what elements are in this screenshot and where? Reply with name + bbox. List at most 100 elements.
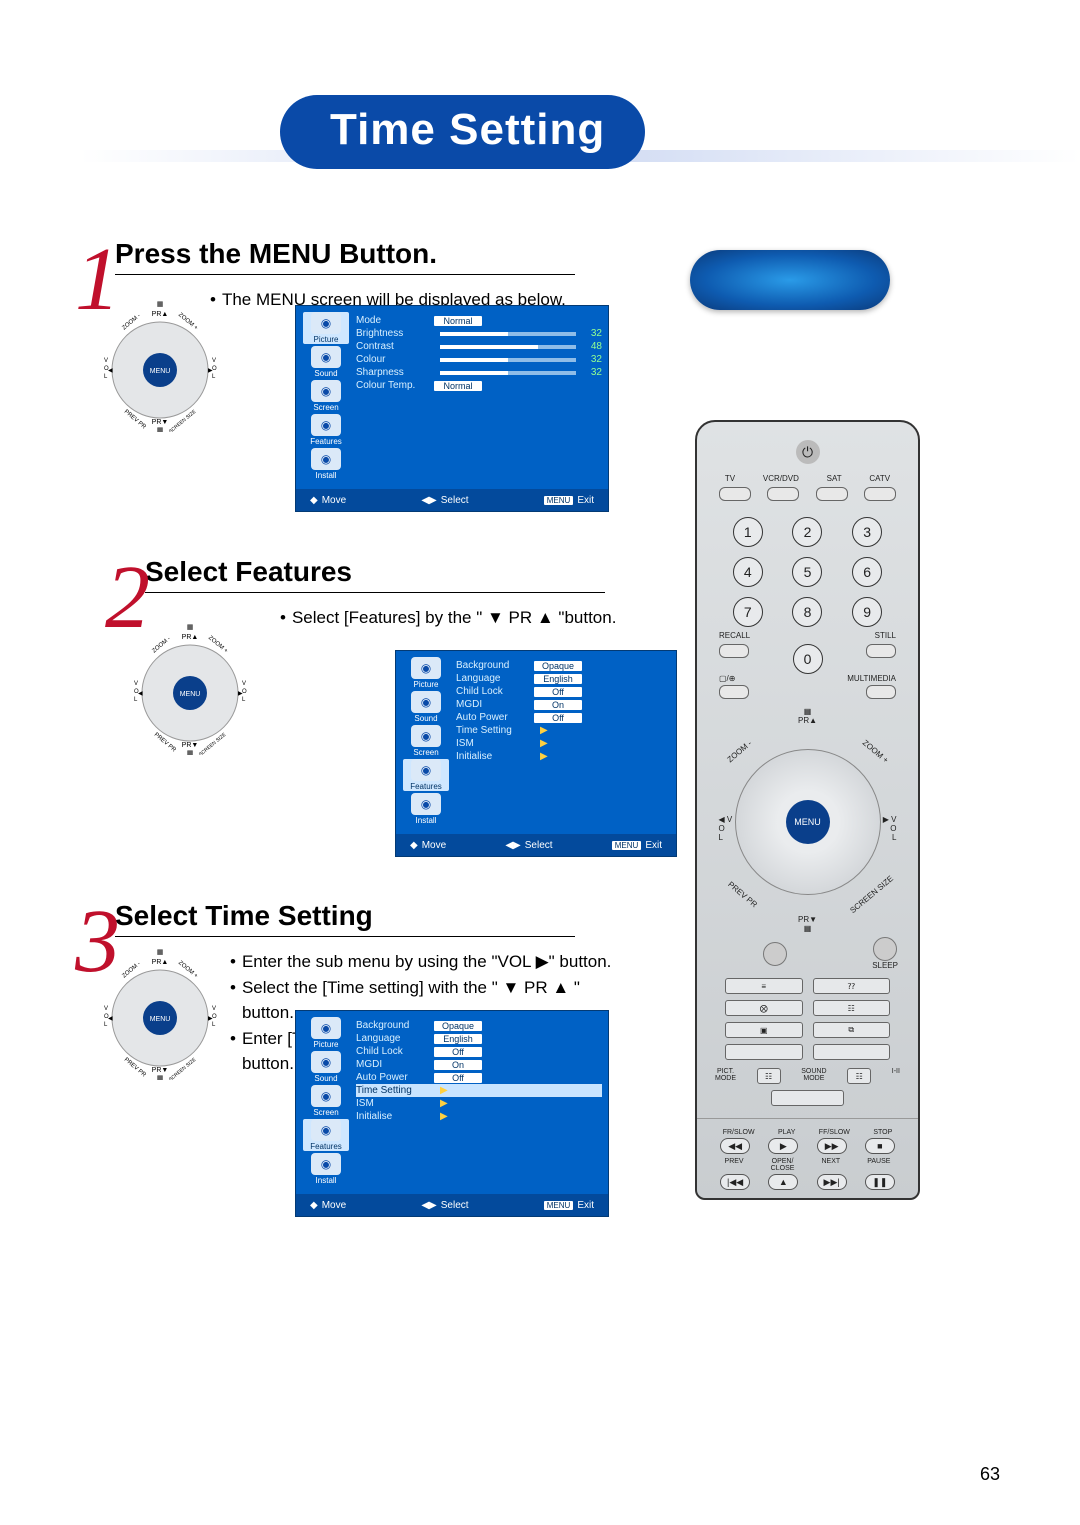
menu-sidebar-item[interactable]: ◉Screen <box>303 1085 349 1117</box>
source-button[interactable] <box>816 487 848 501</box>
pict-mode-button[interactable]: ☷ <box>757 1068 781 1084</box>
menu-row[interactable]: ISM▶ <box>456 737 670 750</box>
pict-mode-label: PICT. MODE <box>715 1068 736 1084</box>
bullet-text: Enter the sub menu by using the "VOL ▶" … <box>242 949 611 975</box>
menu-row[interactable]: Time Setting▶ <box>456 724 670 737</box>
menu-sidebar-item[interactable]: ◉Sound <box>303 1051 349 1083</box>
bullet-text: Select [Features] by the " ▼ PR ▲ "butto… <box>292 605 616 631</box>
menu-row[interactable]: Auto PowerOff <box>456 711 670 724</box>
menu-row[interactable]: Contrast48 <box>356 340 602 353</box>
num-6[interactable]: 6 <box>852 557 882 587</box>
svg-text:V: V <box>134 681 138 687</box>
eject-button[interactable]: ▲ <box>768 1174 798 1190</box>
svg-text:▦: ▦ <box>157 1075 164 1080</box>
source-button[interactable] <box>719 487 751 501</box>
menu-sidebar-item[interactable]: ◉Install <box>303 1153 349 1185</box>
menu-row[interactable]: Brightness32 <box>356 327 602 340</box>
menu-row[interactable]: Colour32 <box>356 353 602 366</box>
num-2[interactable]: 2 <box>792 517 822 547</box>
aspect-button[interactable] <box>719 685 749 699</box>
menu-row[interactable]: LanguageEnglish <box>356 1032 602 1045</box>
menu-row[interactable]: Initialise▶ <box>356 1110 602 1123</box>
menu-sidebar-item[interactable]: ◉Install <box>303 448 349 480</box>
func-button[interactable]: ≡ <box>725 978 803 994</box>
menu-row[interactable]: MGDIOn <box>356 1058 602 1071</box>
menu-row[interactable]: ISM▶ <box>356 1097 602 1110</box>
svg-text:V: V <box>212 1006 216 1012</box>
num-0[interactable]: 0 <box>793 644 823 674</box>
menu-sidebar-item[interactable]: ◉Screen <box>303 380 349 412</box>
menu-row[interactable]: Initialise▶ <box>456 750 670 763</box>
remote-dpad: MENU ZOOM - ZOOM + ◀ VOL ▶ VOL PREV PR S… <box>723 737 893 907</box>
num-7[interactable]: 7 <box>733 597 763 627</box>
num-9[interactable]: 9 <box>852 597 882 627</box>
menu-sidebar-item[interactable]: ◉Features <box>403 759 449 791</box>
svg-text:PR▼: PR▼ <box>152 1067 169 1074</box>
menu-row[interactable]: LanguageEnglish <box>456 672 670 685</box>
i-ii-button[interactable] <box>771 1090 844 1106</box>
menu-sidebar-item[interactable]: ◉Features <box>303 1119 349 1151</box>
source-button[interactable] <box>767 487 799 501</box>
rewind-button[interactable]: ◀◀ <box>720 1138 750 1154</box>
func-button[interactable] <box>813 1044 891 1060</box>
page-number: 63 <box>980 1464 1000 1485</box>
multimedia-button[interactable] <box>866 685 896 699</box>
svg-text:MENU: MENU <box>150 368 171 375</box>
svg-text:L: L <box>134 697 138 703</box>
func-button[interactable]: ⁇ <box>813 978 891 994</box>
pause-button[interactable]: ❚❚ <box>865 1174 895 1190</box>
recall-button[interactable] <box>719 644 749 658</box>
menu-sidebar-item[interactable]: ◉Sound <box>403 691 449 723</box>
menu-sidebar-item[interactable]: ◉Install <box>403 793 449 825</box>
source-button[interactable] <box>864 487 896 501</box>
menu-row[interactable]: BackgroundOpaque <box>356 1019 602 1032</box>
menu-row[interactable]: Child LockOff <box>356 1045 602 1058</box>
prev-button[interactable]: |◀◀ <box>720 1174 750 1190</box>
menu-row[interactable]: Time Setting▶ <box>356 1084 602 1097</box>
power-icon[interactable]: ⏻ <box>796 440 820 464</box>
mute-button[interactable] <box>763 942 787 966</box>
sound-mode-label: SOUND MODE <box>801 1068 826 1084</box>
menu-row[interactable]: Sharpness32 <box>356 366 602 379</box>
num-3[interactable]: 3 <box>852 517 882 547</box>
onscreen-menu-features: ◉Picture◉Sound◉Screen◉Features◉Install B… <box>395 650 677 857</box>
func-button[interactable]: ▣ <box>725 1022 803 1038</box>
svg-text:◀: ◀ <box>108 368 113 374</box>
menu-row[interactable]: Auto PowerOff <box>356 1071 602 1084</box>
svg-text:PR▼: PR▼ <box>182 742 199 749</box>
menu-row[interactable]: BackgroundOpaque <box>456 659 670 672</box>
menu-row[interactable]: Colour Temp.Normal <box>356 379 602 392</box>
num-8[interactable]: 8 <box>792 597 822 627</box>
num-1[interactable]: 1 <box>733 517 763 547</box>
menu-sidebar-item[interactable]: ◉Picture <box>403 657 449 689</box>
still-button[interactable] <box>866 644 896 658</box>
func-button[interactable]: ☷ <box>813 1000 891 1016</box>
play-button[interactable]: ▶ <box>768 1138 798 1154</box>
still-label: STILL <box>875 631 896 640</box>
sound-mode-button[interactable]: ☷ <box>847 1068 871 1084</box>
step-title: Select Features <box>145 556 605 593</box>
svg-text:O: O <box>104 366 109 372</box>
stop-button[interactable]: ■ <box>865 1138 895 1154</box>
menu-sidebar-item[interactable]: ◉Sound <box>303 346 349 378</box>
svg-text:L: L <box>212 374 216 380</box>
func-button[interactable]: ⧉ <box>813 1022 891 1038</box>
menu-sidebar-item[interactable]: ◉Screen <box>403 725 449 757</box>
num-4[interactable]: 4 <box>733 557 763 587</box>
menu-sidebar-item[interactable]: ◉Picture <box>303 1017 349 1049</box>
onscreen-menu-features-highlighted: ◉Picture◉Sound◉Screen◉Features◉Install B… <box>295 1010 609 1217</box>
menu-row[interactable]: Child LockOff <box>456 685 670 698</box>
menu-button[interactable]: MENU <box>786 800 830 844</box>
func-button[interactable] <box>725 1044 803 1060</box>
ffwd-button[interactable]: ▶▶ <box>817 1138 847 1154</box>
menu-sidebar-item[interactable]: ◉Features <box>303 414 349 446</box>
menu-sidebar: ◉Picture◉Sound◉Screen◉Features◉Install <box>300 1017 352 1190</box>
sleep-button[interactable] <box>873 937 897 961</box>
next-button[interactable]: ▶▶| <box>817 1174 847 1190</box>
onscreen-menu-picture: ◉Picture◉Sound◉Screen◉Features◉Install M… <box>295 305 609 512</box>
func-button[interactable]: ⨂ <box>725 1000 803 1016</box>
menu-row[interactable]: MGDIOn <box>456 698 670 711</box>
menu-row[interactable]: ModeNormal <box>356 314 602 327</box>
num-5[interactable]: 5 <box>792 557 822 587</box>
menu-sidebar-item[interactable]: ◉Picture <box>303 312 349 344</box>
